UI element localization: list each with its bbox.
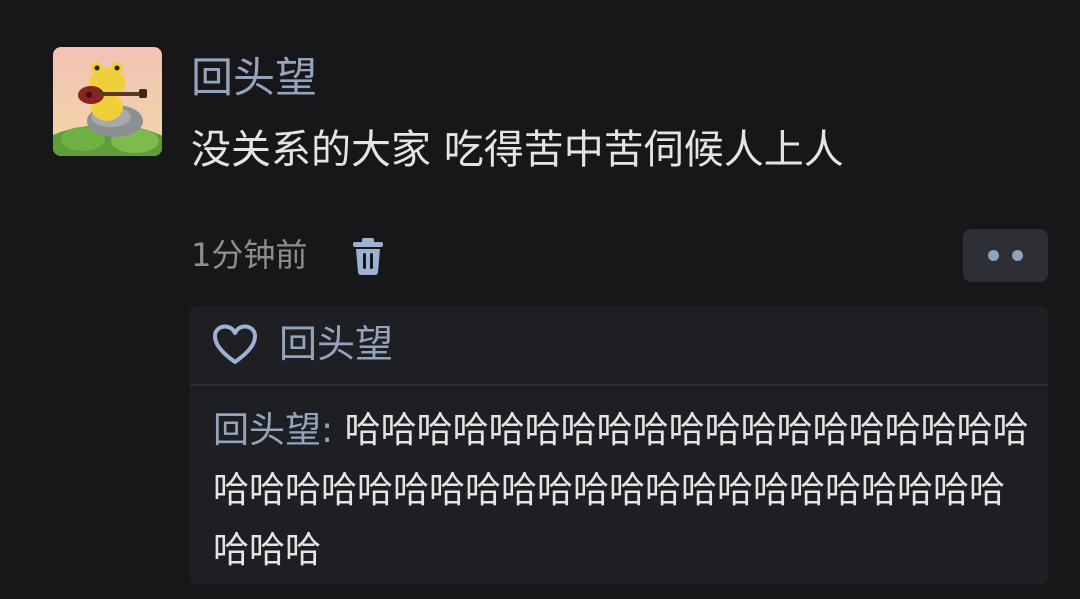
more-dots-icon: [1012, 250, 1023, 261]
comment: 回头望: 哈哈哈哈哈哈哈哈哈哈哈哈哈哈哈哈哈哈哈哈哈哈哈哈哈哈哈哈哈哈哈哈哈哈哈…: [213, 401, 1033, 581]
liked-by-name[interactable]: 回头望: [279, 318, 393, 370]
avatar[interactable]: [53, 47, 162, 156]
more-dots-icon: [988, 250, 999, 261]
more-button[interactable]: [963, 229, 1048, 282]
frog-guitar-avatar-image: [53, 47, 162, 156]
heart-icon[interactable]: [212, 324, 258, 366]
comment-text: 哈哈哈哈哈哈哈哈哈哈哈哈哈哈哈哈哈哈哈哈哈哈哈哈哈哈哈哈哈哈哈哈哈哈哈哈哈哈哈哈…: [213, 410, 1029, 571]
post-timestamp: 1分钟前: [191, 236, 308, 274]
comment-separator: :: [321, 410, 334, 451]
likes-row: 回头望: [190, 306, 1048, 383]
divider: [190, 384, 1048, 386]
comment-author[interactable]: 回头望: [213, 410, 321, 451]
post-username[interactable]: 回头望: [191, 52, 317, 104]
interaction-panel: 回头望 回头望: 哈哈哈哈哈哈哈哈哈哈哈哈哈哈哈哈哈哈哈哈哈哈哈哈哈哈哈哈哈哈哈…: [190, 306, 1048, 584]
post-text: 没关系的大家 吃得苦中苦伺候人上人: [191, 127, 844, 173]
trash-icon[interactable]: [349, 236, 387, 276]
